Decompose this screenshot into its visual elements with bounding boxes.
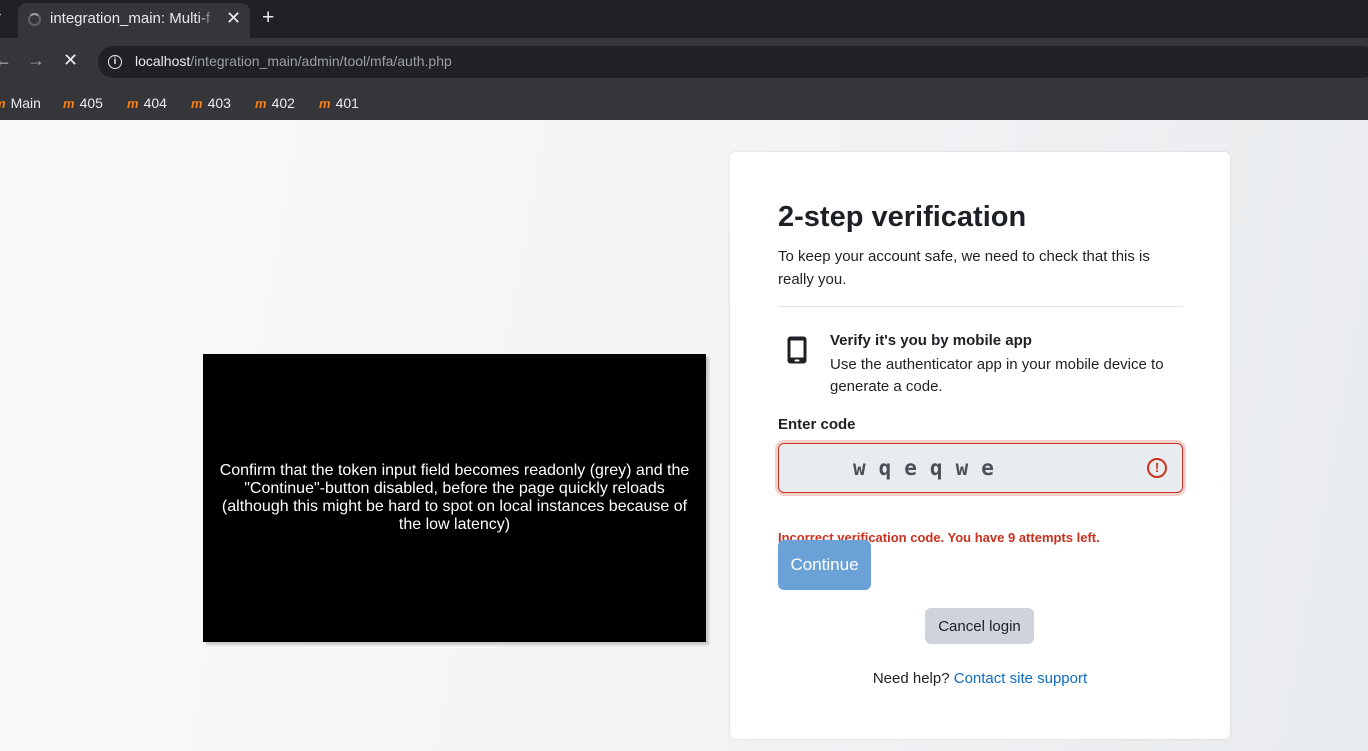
page-title: 2-step verification xyxy=(778,201,1027,233)
url-text[interactable]: localhost/integration_main/admin/tool/mf… xyxy=(135,53,452,69)
mobile-phone-icon xyxy=(787,336,807,364)
factor-heading: Verify it's you by mobile app xyxy=(830,332,1032,349)
url-path: /integration_main/admin/tool/mfa/auth.ph… xyxy=(190,53,452,69)
bookmarks-bar: mMain m405 m404 m403 m402 m401 xyxy=(0,86,1368,121)
bookmark-402[interactable]: m 402 xyxy=(255,91,295,115)
test-instruction-text: Confirm that the token input field becom… xyxy=(219,462,690,533)
moodle-icon: m xyxy=(127,96,139,111)
moodle-icon: m xyxy=(63,96,75,111)
address-bar[interactable]: i localhost/integration_main/admin/tool/… xyxy=(98,46,1368,78)
error-exclamation-icon: ! xyxy=(1147,458,1167,478)
new-tab-icon[interactable]: + xyxy=(262,6,274,30)
bookmark-403[interactable]: m 403 xyxy=(191,91,231,115)
browser-tab[interactable]: integration_main: Multi-f ✕ xyxy=(18,3,250,38)
stop-loading-icon[interactable]: ✕ xyxy=(63,50,78,71)
back-arrow-icon[interactable]: ← xyxy=(0,50,12,71)
verification-description: To keep your account safe, we need to ch… xyxy=(778,248,1150,288)
help-text: Need help? xyxy=(872,670,950,687)
bookmark-404[interactable]: m 404 xyxy=(127,91,167,115)
moodle-icon: m xyxy=(0,92,6,116)
tab-close-icon[interactable]: ✕ xyxy=(226,8,241,28)
moodle-icon: m xyxy=(255,96,267,111)
forward-arrow-icon[interactable]: → xyxy=(27,50,45,71)
continue-button[interactable]: Continue xyxy=(778,540,871,590)
moodle-icon: m xyxy=(191,96,203,111)
help-line: Need help? Contact site support xyxy=(730,670,1230,687)
tab-search-chevron-icon[interactable]: ▾ xyxy=(0,11,1,22)
bookmark-401[interactable]: m 401 xyxy=(319,91,359,115)
page-content: Confirm that the token input field becom… xyxy=(0,120,1368,751)
factor-description: Use the authenticator app in your mobile… xyxy=(830,356,1164,395)
divider xyxy=(778,306,1183,307)
tab-title: integration_main: Multi-f xyxy=(50,10,210,27)
mfa-login-card: 2-step verification To keep your account… xyxy=(730,152,1230,739)
site-info-icon[interactable]: i xyxy=(108,55,122,69)
cancel-login-button[interactable]: Cancel login xyxy=(925,608,1034,644)
url-host: localhost xyxy=(135,53,191,69)
moodle-icon: m xyxy=(319,96,331,111)
browser-toolbar: ← → ✕ i localhost/integration_main/admin… xyxy=(0,38,1368,86)
bookmark-main[interactable]: mMain xyxy=(0,91,41,115)
test-instruction-overlay: Confirm that the token input field becom… xyxy=(203,354,706,642)
bookmark-405[interactable]: m 405 xyxy=(63,91,103,115)
verification-code-input[interactable] xyxy=(778,443,1183,493)
code-field-label: Enter code xyxy=(778,416,856,433)
loading-spinner-icon xyxy=(28,13,41,26)
contact-support-link[interactable]: Contact site support xyxy=(954,670,1087,687)
browser-tab-strip: ▾ integration_main: Multi-f ✕ + xyxy=(0,0,1368,38)
